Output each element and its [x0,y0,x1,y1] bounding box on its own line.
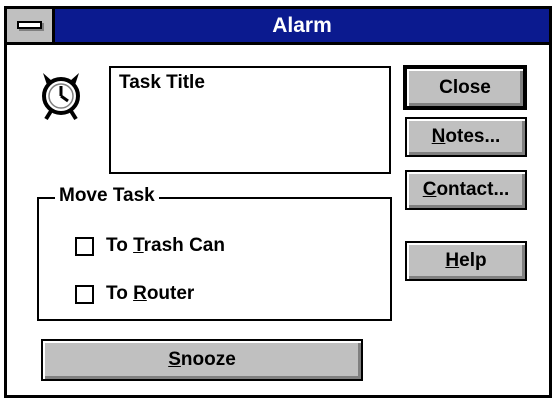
snooze-button[interactable]: Snooze [41,339,363,381]
notes-button[interactable]: Notes... [405,117,527,157]
close-button[interactable]: Close [403,65,527,110]
task-title-box: Task Title [109,66,391,174]
window-title: Alarm [272,14,332,37]
help-button-label: elp [459,250,487,271]
system-menu-button[interactable] [7,9,55,42]
to-trash-can-label: To Trash Can [106,235,225,256]
close-button-label: Close [439,76,491,98]
contact-button-label: ontact... [436,179,510,200]
snooze-mnemonic: S [168,349,181,370]
alarm-clock-icon [42,73,80,121]
to-trash-can-option[interactable]: To Trash Can [75,235,225,257]
help-mnemonic: H [445,250,460,271]
title-bar: Alarm [7,9,549,45]
contact-mnemonic: C [422,179,437,200]
to-router-checkbox[interactable] [75,284,94,304]
to-router-option[interactable]: To Router [75,283,194,305]
alarm-dialog: Alarm Task Title Close Notes... Contact.… [4,6,552,398]
move-task-label: Move Task [55,185,159,207]
to-trash-can-checkbox[interactable] [75,236,94,256]
snooze-button-label: nooze [180,349,236,370]
contact-button[interactable]: Contact... [405,170,527,210]
task-title: Task Title [119,72,205,93]
notes-button-label: otes... [445,126,501,147]
notes-mnemonic: N [431,126,446,147]
move-task-group: Move Task To Trash Can To Router [37,185,392,321]
to-router-label: To Router [106,283,195,304]
system-menu-icon [17,21,42,29]
help-button[interactable]: Help [405,241,527,281]
